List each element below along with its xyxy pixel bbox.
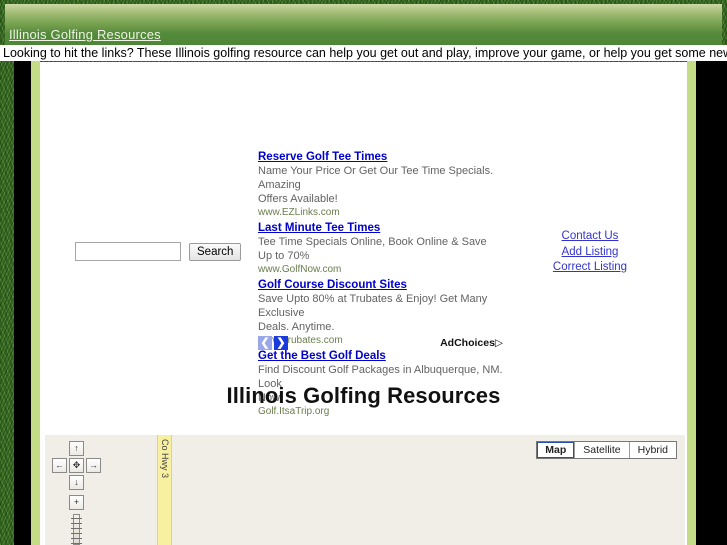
ad-description-line: Tee Time Specials Online, Book Online & … <box>258 236 487 262</box>
ad-unit: Reserve Golf Tee Times Name Your Price O… <box>258 150 503 219</box>
adchoices-triangle-icon: ▷ <box>494 337 503 349</box>
search-row: Search <box>75 242 242 261</box>
frame-black-right <box>696 56 727 545</box>
map-pan-up-icon[interactable]: ↑ <box>69 441 84 456</box>
ad-title-link[interactable]: Golf Course Discount Sites <box>258 278 503 292</box>
ad-description-line: Offers Available! <box>258 193 338 205</box>
ads-block: Reserve Golf Tee Times Name Your Price O… <box>258 150 503 420</box>
search-button[interactable]: Search <box>189 242 242 261</box>
ad-footer: ❮ ❯ AdChoices▷ <box>258 336 503 352</box>
zoom-tick <box>71 543 82 544</box>
ad-next-arrow-icon[interactable]: ❯ <box>274 336 288 350</box>
map-pan-right-icon[interactable]: → <box>86 458 101 473</box>
frame-lime-left <box>31 56 40 545</box>
ad-description-line: Name Your Price Or Get Our Tee Time Spec… <box>258 165 494 191</box>
zoom-tick <box>71 523 82 524</box>
map-zoom-in-icon[interactable]: + <box>69 495 84 510</box>
map-recenter-icon[interactable]: ✥ <box>69 458 84 473</box>
zoom-tick <box>71 528 82 529</box>
zoom-tick <box>71 538 82 539</box>
ad-description-line: Deals. Anytime. <box>258 321 335 333</box>
correct-listing-link[interactable]: Correct Listing <box>510 260 670 276</box>
ad-description-line: Save Upto 80% at Trubates & Enjoy! Get M… <box>258 293 488 319</box>
map-type-switcher: Map Satellite Hybrid <box>536 441 677 459</box>
add-listing-link[interactable]: Add Listing <box>510 245 670 261</box>
search-input[interactable] <box>75 242 181 261</box>
map-zoom-slider[interactable] <box>71 514 82 545</box>
map-type-map[interactable]: Map <box>537 442 576 458</box>
utility-links: Contact Us Add Listing Correct Listing <box>510 229 670 276</box>
map-panel[interactable]: Co Hwy 3 ↑ ← ✥ → ↓ + Map Satellite Hybri… <box>45 435 685 545</box>
content-sheet: Search Reserve Golf Tee Times Name Your … <box>40 62 687 545</box>
frame-black-left <box>14 56 31 545</box>
map-type-hybrid[interactable]: Hybrid <box>629 442 676 458</box>
adchoices-label: AdChoices <box>440 337 495 349</box>
ad-title-link[interactable]: Last Minute Tee Times <box>258 221 503 235</box>
ad-title-link[interactable]: Reserve Golf Tee Times <box>258 150 503 164</box>
zoom-tick <box>71 518 82 519</box>
map-pan-left-icon[interactable]: ← <box>52 458 67 473</box>
frame-lime-right <box>687 56 696 545</box>
zoom-tick <box>71 533 82 534</box>
site-title-link[interactable]: Illinois Golfing Resources <box>9 27 161 42</box>
map-road-label: Co Hwy 3 <box>160 439 170 479</box>
ad-prev-arrow-icon[interactable]: ❮ <box>258 336 272 350</box>
page-title: Illinois Golfing Resources <box>226 382 501 408</box>
map-pan-down-icon[interactable]: ↓ <box>69 475 84 490</box>
map-road-co-hwy-3: Co Hwy 3 <box>157 435 172 545</box>
map-type-satellite[interactable]: Satellite <box>575 442 630 458</box>
tagline-text: Looking to hit the links? These Illinois… <box>3 46 727 60</box>
ad-unit: Last Minute Tee Times Tee Time Specials … <box>258 221 503 276</box>
ad-display-url: www.EZLinks.com <box>258 207 340 218</box>
ad-display-url: www.GolfNow.com <box>258 264 342 275</box>
adchoices-link[interactable]: AdChoices▷ <box>440 336 503 350</box>
contact-us-link[interactable]: Contact Us <box>510 229 670 245</box>
